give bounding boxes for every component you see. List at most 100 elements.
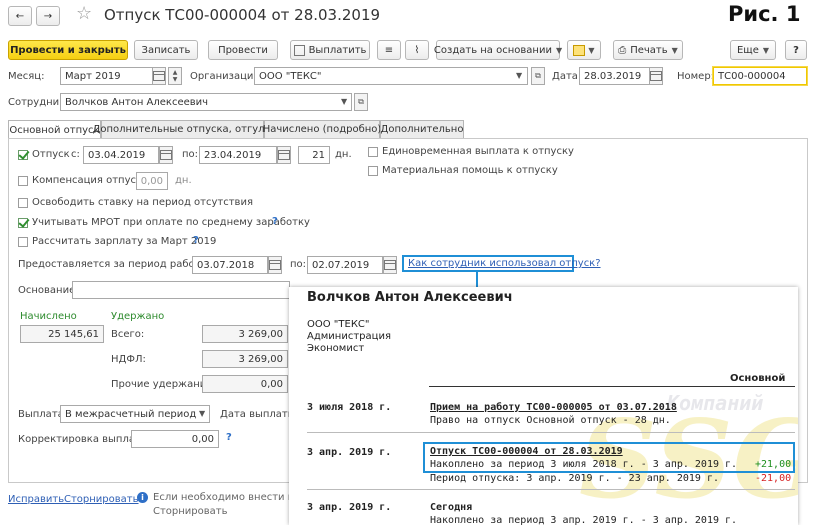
- report-row-date: 3 апр. 2019 г.: [307, 447, 392, 458]
- paperclip-icon: ⌇: [414, 44, 420, 56]
- org-label: Организация:: [190, 71, 263, 82]
- stepper-up-icon: ▲: [172, 69, 178, 76]
- number-input[interactable]: ТС00-000004: [713, 67, 807, 85]
- fix-link[interactable]: Исправить: [8, 494, 64, 505]
- period-from-calendar[interactable]: [268, 256, 282, 274]
- payment-select[interactable]: В межрасчетный период: [60, 405, 210, 423]
- favorite-star-icon[interactable]: ☆: [76, 3, 92, 24]
- calendar-icon: [153, 71, 165, 81]
- report-row-title: Отпуск ТС00-000004 от 28.03.2019: [430, 446, 623, 457]
- period-to-input[interactable]: 02.07.2019: [307, 256, 383, 274]
- correction-input[interactable]: 0,00: [131, 430, 219, 448]
- more-label: Еще: [736, 44, 759, 56]
- post-button[interactable]: Провести: [208, 40, 278, 60]
- report-row-date: 3 апр. 2019 г.: [307, 502, 392, 513]
- tab-additional[interactable]: Дополнительно: [380, 120, 464, 138]
- write-button[interactable]: Записать: [134, 40, 198, 60]
- org-input[interactable]: ООО "ТЕКС": [254, 67, 528, 85]
- month-input[interactable]: Март 2019: [60, 67, 166, 85]
- back-button[interactable]: ←: [8, 6, 32, 26]
- period-from-input[interactable]: 03.07.2018: [192, 256, 268, 274]
- report-org: ООО "ТЕКС": [307, 319, 370, 330]
- structure-icon: [573, 44, 586, 56]
- report-position: Экономист: [307, 343, 365, 354]
- vacation-from-calendar[interactable]: [159, 146, 173, 164]
- create-based-label: Создать на основании: [433, 44, 552, 56]
- info-text-2: Сторнировать: [153, 506, 228, 517]
- vacation-to-input[interactable]: 23.04.2019: [199, 146, 277, 164]
- calc-salary-help-icon[interactable]: ?: [193, 235, 199, 246]
- tab-additional-vacations[interactable]: Дополнительные отпуска, отгулы: [93, 120, 272, 138]
- more-button[interactable]: Еще ▼: [730, 40, 776, 60]
- month-stepper[interactable]: ▲ ▼: [168, 67, 182, 85]
- calendar-icon: [160, 150, 172, 160]
- accrued-label: Начислено: [20, 311, 77, 322]
- calc-salary-checkbox[interactable]: [18, 237, 28, 247]
- chevron-down-icon: ▼: [555, 45, 563, 55]
- printer-icon: ⎙: [618, 44, 627, 56]
- post-and-close-button[interactable]: Провести и закрыть: [8, 40, 128, 60]
- employee-dropdown-icon[interactable]: ▼: [341, 97, 347, 106]
- payment-dropdown-icon[interactable]: ▼: [199, 409, 205, 418]
- material-aid-checkbox[interactable]: [368, 166, 378, 176]
- tab-main-vacation[interactable]: Основной отпуск: [8, 120, 101, 139]
- month-label: Месяц:: [8, 71, 45, 82]
- correction-help-icon[interactable]: ?: [226, 432, 232, 443]
- org-open-button[interactable]: ⧉: [531, 67, 545, 85]
- other-withholding-value: 0,00: [202, 375, 288, 393]
- figure-label: Рис. 1: [728, 2, 801, 26]
- report-row-title: Прием на работу ТС00-000005 от 03.07.201…: [430, 402, 677, 413]
- window-title: Отпуск ТС00-000004 от 28.03.2019: [104, 6, 381, 24]
- report-employee-name: Волчков Антон Алексеевич: [307, 290, 513, 305]
- period-to-calendar[interactable]: [383, 256, 397, 274]
- date-calendar-button[interactable]: [649, 67, 663, 85]
- accrued-value: 25 145,61: [20, 325, 104, 343]
- journal-button[interactable]: ≡: [377, 40, 401, 60]
- period-to-label: по:: [290, 259, 307, 270]
- vacation-checkbox[interactable]: [18, 150, 28, 160]
- payment-dates-label: Дата выплаты:: [220, 409, 300, 420]
- print-label: Печать: [630, 44, 668, 56]
- arrow-left-icon: ←: [15, 10, 25, 22]
- calendar-icon: [278, 150, 290, 160]
- vacation-to-calendar[interactable]: [277, 146, 291, 164]
- org-dropdown-icon[interactable]: ▼: [516, 71, 522, 80]
- employee-input[interactable]: Волчков Антон Алексеевич: [60, 93, 352, 111]
- other-withholding-label: Прочие удержания:: [111, 379, 216, 390]
- days-input[interactable]: 21: [298, 146, 330, 164]
- tab-accrued-detailed[interactable]: Начислено (подробно): [263, 120, 381, 138]
- compensation-input[interactable]: 0,00: [136, 172, 168, 190]
- report-row-value-negative: -21,00: [755, 473, 792, 484]
- reverse-link[interactable]: Сторнировать: [64, 494, 139, 505]
- report-column-header: Основной: [730, 373, 786, 384]
- chevron-down-icon: ▼: [588, 45, 595, 55]
- mrot-checkbox[interactable]: [18, 218, 28, 228]
- one-time-payment-checkbox[interactable]: [368, 147, 378, 157]
- month-calendar-button[interactable]: [152, 67, 166, 85]
- free-rate-checkbox[interactable]: [18, 198, 28, 208]
- material-aid-label: Материальная помощь к отпуску: [382, 165, 558, 176]
- total-label: Всего:: [111, 329, 145, 340]
- compensation-checkbox[interactable]: [18, 176, 28, 186]
- forward-button[interactable]: →: [36, 6, 60, 26]
- mrot-help-icon[interactable]: ?: [272, 216, 278, 227]
- employee-open-button[interactable]: ⧉: [354, 93, 368, 111]
- pay-button[interactable]: Выплатить: [290, 40, 370, 60]
- report-row-value-positive: +21,00: [755, 459, 792, 470]
- vacation-from-input[interactable]: 03.04.2019: [83, 146, 159, 164]
- days-unit-label: дн.: [335, 149, 352, 160]
- report-dept: Администрация: [307, 331, 391, 342]
- attach-button[interactable]: ⌇: [405, 40, 429, 60]
- withheld-label: Удержано: [111, 311, 165, 322]
- number-label: Номер:: [677, 71, 715, 82]
- basis-input[interactable]: [72, 281, 290, 299]
- one-time-payment-label: Единовременная выплата к отпуску: [382, 146, 574, 157]
- print-button[interactable]: ⎙ Печать ▼: [613, 40, 683, 60]
- help-button[interactable]: ?: [785, 40, 807, 60]
- how-used-link[interactable]: Как сотрудник использовал отпуск?: [408, 258, 601, 269]
- from-label: с:: [71, 149, 80, 160]
- create-based-button[interactable]: Создать на основании ▼: [433, 40, 563, 60]
- report-row-divider: [307, 489, 795, 490]
- structure-button[interactable]: ▼: [567, 40, 601, 60]
- report-row-line: Период отпуска: 3 апр. 2019 г. - 23 апр.…: [430, 473, 719, 484]
